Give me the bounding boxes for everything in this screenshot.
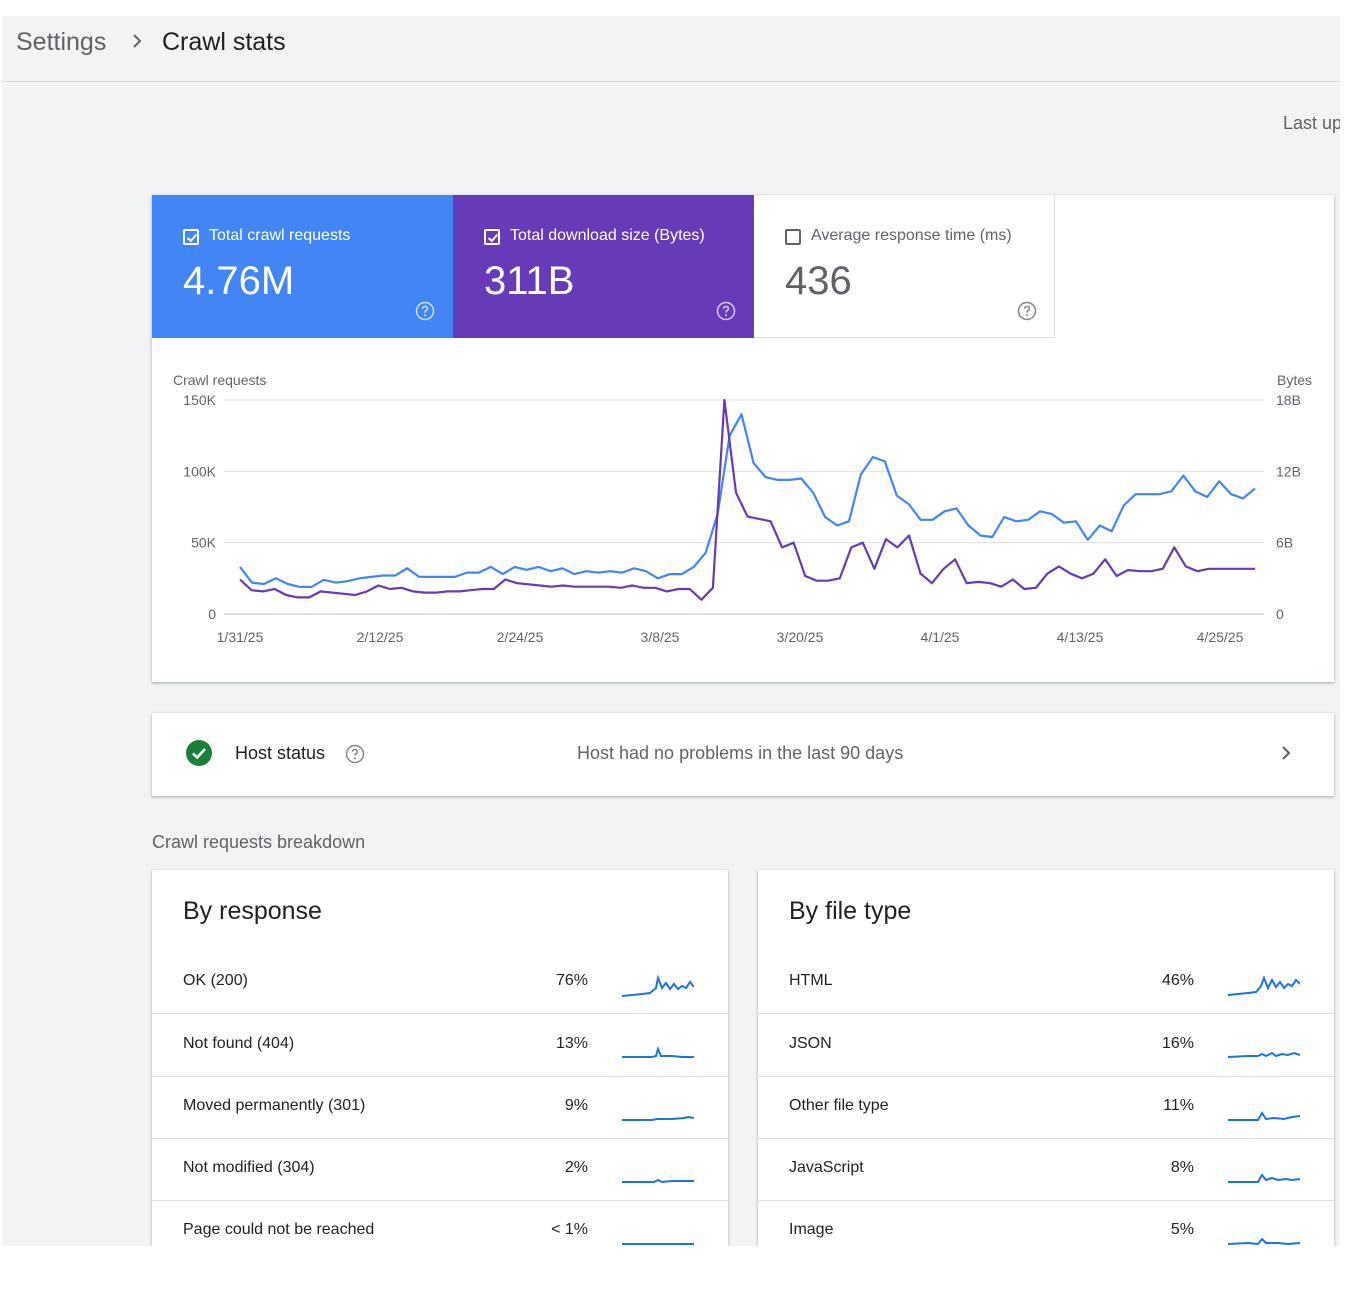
row-label: HTML	[789, 972, 833, 989]
x-tick-label: 2/12/25	[357, 629, 404, 645]
series-line-download-size[interactable]	[239, 398, 1255, 601]
x-tick-label: 3/20/25	[777, 629, 824, 645]
x-tick-label: 4/1/25	[921, 629, 960, 645]
file-type-row[interactable]: Other file type 11%	[758, 1077, 1334, 1139]
host-status-row[interactable]: Host status Host had no problems in the …	[152, 713, 1334, 796]
sparkline	[1228, 1111, 1300, 1121]
x-tick-label: 4/13/25	[1057, 629, 1104, 645]
row-percentage: 13%	[555, 1035, 588, 1052]
metric-label: Average response time (ms)	[811, 227, 1012, 244]
response-row[interactable]: Not found (404) 13%	[152, 1015, 728, 1077]
card-title: By file type	[789, 897, 912, 925]
sparkline	[622, 1046, 694, 1058]
x-tick-label: 2/24/25	[497, 629, 544, 645]
sparkline	[1228, 1237, 1300, 1246]
host-status-label: Host status	[235, 743, 326, 763]
y-tick-label-right: 6B	[1276, 535, 1293, 551]
host-status-message: Host had no problems in the last 90 days	[577, 743, 904, 763]
file-type-row[interactable]: Image 5%	[758, 1201, 1334, 1246]
help-icon[interactable]	[345, 744, 365, 764]
y-tick-label-right: 0	[1276, 606, 1284, 622]
metric-value: 4.76M	[183, 259, 295, 303]
row-label: Not modified (304)	[183, 1159, 315, 1176]
chevron-right-icon[interactable]	[1276, 743, 1296, 763]
row-label: JSON	[789, 1035, 832, 1052]
left-axis-label: Crawl requests	[173, 372, 266, 388]
file-type-row[interactable]: JavaScript 8%	[758, 1139, 1334, 1201]
metric-value: 311B	[484, 259, 575, 303]
row-percentage: 76%	[555, 972, 588, 989]
file-type-row[interactable]: HTML 46%	[758, 952, 1334, 1014]
x-tick-label: 3/8/25	[641, 629, 680, 645]
header: Settings Crawl stats	[2, 16, 1340, 82]
help-icon[interactable]	[1017, 301, 1037, 321]
row-label: Not found (404)	[183, 1035, 295, 1052]
sparkline	[1228, 1173, 1300, 1183]
response-row[interactable]: Not modified (304) 2%	[152, 1139, 728, 1201]
row-percentage: 46%	[1161, 972, 1194, 989]
by-file-type-card: By file type HTML 46% JSON 16% Other fil…	[758, 870, 1334, 1246]
help-icon[interactable]	[415, 301, 435, 321]
card-title: By response	[183, 897, 322, 925]
sparkline	[622, 1115, 694, 1121]
row-percentage: 11%	[1163, 1097, 1194, 1114]
response-row[interactable]: Page could not be reached < 1%	[152, 1201, 728, 1246]
sparkline	[1228, 1051, 1300, 1058]
checkbox-unchecked-icon[interactable]	[785, 229, 801, 245]
checkbox-checked-icon[interactable]	[484, 229, 500, 245]
crawl-chart-card: Total crawl requests 4.76M Total downloa…	[152, 195, 1334, 682]
row-percentage: 2%	[564, 1159, 588, 1176]
row-label: Moved permanently (301)	[183, 1097, 366, 1114]
row-label: JavaScript	[789, 1159, 864, 1176]
row-label: Image	[789, 1221, 834, 1238]
metric-value: 436	[785, 259, 852, 303]
crawl-line-chart: Crawl requests Bytes 150K 100K 50K 0 18B 12B…	[173, 372, 1312, 645]
sparkline	[622, 1178, 694, 1184]
metric-total-crawl-requests[interactable]: Total crawl requests 4.76M	[152, 195, 453, 338]
file-type-row[interactable]: JSON 16%	[758, 1015, 1334, 1077]
y-tick-label-right: 12B	[1276, 463, 1301, 479]
checkbox-checked-icon[interactable]	[183, 229, 199, 245]
y-tick-label-left: 0	[208, 606, 216, 622]
help-icon[interactable]	[716, 301, 736, 321]
y-tick-label-left: 150K	[183, 392, 216, 408]
breakdown-section-title: Crawl requests breakdown	[152, 832, 366, 852]
row-label: Other file type	[789, 1097, 889, 1114]
app-window: Settings Crawl stats Last up Total crawl…	[2, 16, 1340, 1246]
breadcrumb-settings[interactable]: Settings	[16, 28, 106, 57]
y-tick-label-right: 18B	[1276, 392, 1301, 408]
row-label: Page could not be reached	[183, 1221, 375, 1238]
row-percentage: 9%	[564, 1097, 588, 1114]
row-percentage: 16%	[1161, 1035, 1194, 1052]
row-percentage: 5%	[1170, 1221, 1194, 1238]
metric-average-response-time[interactable]: Average response time (ms) 436	[754, 195, 1055, 338]
sparkline	[622, 1243, 694, 1245]
metric-label: Total crawl requests	[209, 227, 351, 244]
sparkline	[622, 974, 694, 997]
row-percentage: < 1%	[551, 1221, 588, 1238]
x-tick-label: 1/31/25	[217, 629, 264, 645]
row-label: OK (200)	[183, 972, 248, 989]
check-circle-icon	[186, 740, 212, 766]
chevron-right-icon	[133, 34, 142, 48]
page-title: Crawl stats	[162, 28, 286, 56]
response-row[interactable]: OK (200) 76%	[152, 952, 728, 1014]
y-tick-label-left: 50K	[191, 535, 217, 551]
sparkline	[1228, 975, 1300, 996]
y-tick-label-left: 100K	[183, 463, 216, 479]
last-updated-text: Last up	[1283, 113, 1340, 133]
x-tick-label: 4/25/25	[1197, 629, 1244, 645]
metric-label: Total download size (Bytes)	[510, 227, 705, 244]
right-axis-label: Bytes	[1277, 372, 1312, 388]
by-response-card: By response OK (200) 76% Not found (404)…	[152, 870, 728, 1246]
row-percentage: 8%	[1170, 1159, 1194, 1176]
response-row[interactable]: Moved permanently (301) 9%	[152, 1077, 728, 1139]
metric-total-download-size[interactable]: Total download size (Bytes) 311B	[453, 195, 754, 338]
